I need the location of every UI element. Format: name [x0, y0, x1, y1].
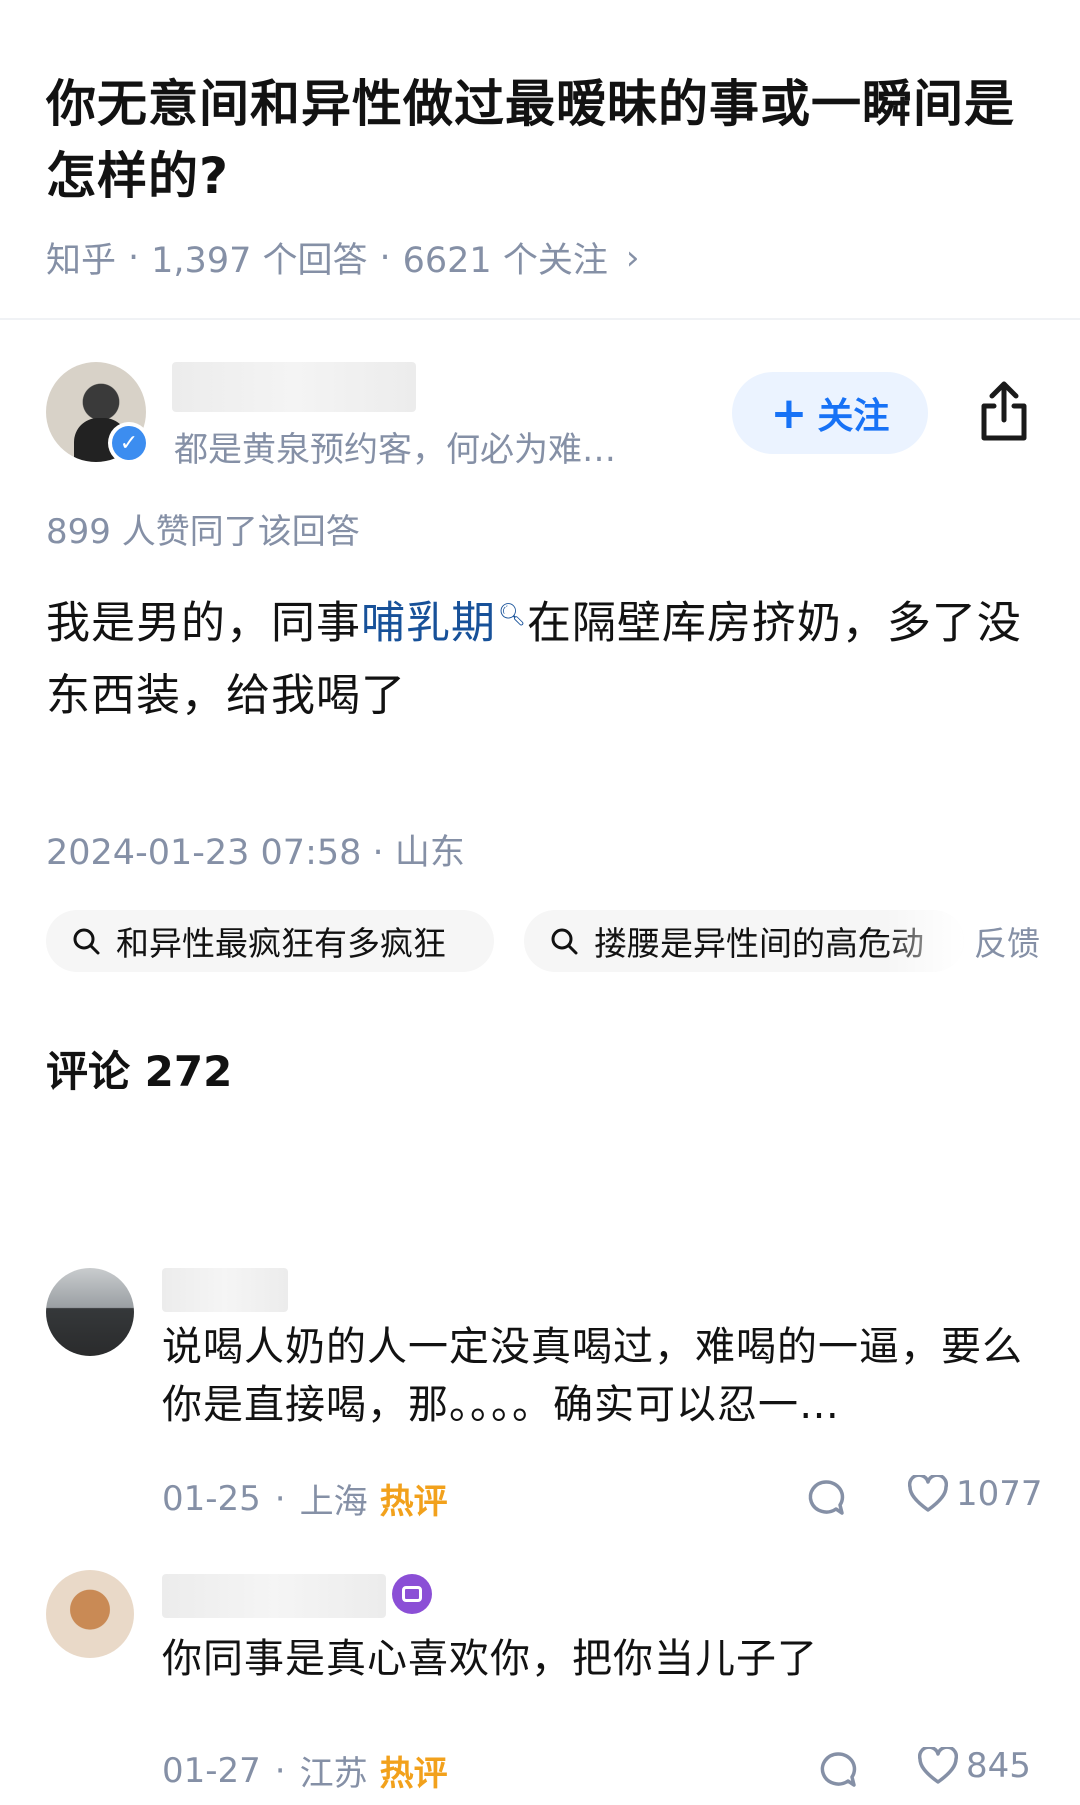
hot-comment-badge: 热评 [379, 1482, 448, 1522]
commenter-name-redacted[interactable] [162, 1268, 288, 1312]
search-icon [73, 928, 100, 955]
feedback-button[interactable]: 反馈 [970, 910, 1040, 972]
question-meta[interactable]: 知乎 · 1,397 个回答 · 6621 个关注 › [46, 232, 639, 283]
comment-text: 说喝人奶的人一定没真喝过，难喝的一逼，要么你是直接喝，那。。。。确实可以忍一… [162, 1324, 1023, 1428]
follow-label: 关注 [817, 396, 890, 437]
comment-location: 上海 [299, 1482, 368, 1522]
member-badge-icon [392, 1574, 432, 1614]
meta-separator: · [274, 1478, 286, 1519]
related-search-chip[interactable]: 和异性最疯狂有多疯狂 [46, 910, 494, 972]
heart-icon [908, 1475, 948, 1512]
commenter-name-redacted[interactable] [162, 1574, 386, 1618]
comment-reply-icon[interactable] [806, 1478, 846, 1518]
like-button[interactable]: 1077 [908, 1474, 1043, 1514]
follow-button[interactable]: + 关注 [732, 372, 928, 454]
commenter-avatar[interactable] [46, 1268, 134, 1356]
answer-text-part: 我是男的，同事 [46, 597, 361, 649]
author-name-redacted[interactable] [172, 362, 416, 412]
related-search-label: 和异性最疯狂有多疯狂 [116, 924, 446, 963]
answer-date: 2024-01-23 07:58 [46, 833, 362, 873]
commenter-avatar[interactable] [46, 1570, 134, 1658]
section-divider [0, 318, 1080, 320]
followers-count: 6621 个关注 [402, 241, 608, 281]
comment-text: 你同事是真心喜欢你，把你当儿子了 [162, 1636, 818, 1682]
related-search-label: 搂腰是异性间的高危动 [594, 924, 924, 963]
comment-date: 01-25 [162, 1478, 261, 1519]
comment-meta: 01-25 · 上海 热评 [162, 1474, 448, 1523]
author-row: ✓ 都是黄泉预约客，何必为难… + 关注 [46, 362, 1036, 472]
answer-location: 山东 [394, 833, 465, 873]
hot-comment-badge: 热评 [379, 1754, 448, 1794]
comment-location: 江苏 [299, 1754, 368, 1794]
related-search-chip[interactable]: 搂腰是异性间的高危动 [524, 910, 964, 972]
answer-content: 我是男的，同事哺乳期🔍︎在隔壁库房挤奶，多了没东西装，给我喝了 [46, 580, 1036, 732]
related-searches: 和异性最疯狂有多疯狂 搂腰是异性间的高危动 反馈 [46, 910, 1080, 972]
search-icon [551, 928, 578, 955]
chevron-right-icon: › [625, 237, 640, 278]
meta-separator: · [274, 1750, 286, 1791]
meta-separator: · [128, 237, 140, 278]
search-keyword-link[interactable]: 哺乳期 [361, 598, 496, 649]
comment-reply-icon[interactable] [818, 1750, 858, 1790]
question-title[interactable]: 你无意间和异性做过最暧昧的事或一瞬间是怎样的? [46, 68, 1036, 212]
verified-badge-icon: ✓ [108, 422, 150, 464]
meta-separator: · [379, 237, 391, 278]
source-label: 知乎 [46, 241, 117, 281]
like-count: 1077 [956, 1474, 1043, 1514]
answer-likes-count: 899 人赞同了该回答 [46, 512, 360, 552]
comment-date: 01-27 [162, 1750, 261, 1791]
share-icon[interactable] [976, 380, 1032, 444]
like-count: 845 [966, 1746, 1031, 1786]
answers-count: 1,397 个回答 [151, 241, 368, 281]
author-bio: 都是黄泉预约客，何必为难… [174, 430, 616, 470]
meta-separator: · [372, 833, 384, 873]
like-button[interactable]: 845 [918, 1746, 1031, 1786]
comments-title: 评论 272 [46, 1047, 233, 1096]
search-icon: 🔍︎ [498, 603, 527, 628]
heart-icon [918, 1747, 958, 1784]
plus-icon: + [770, 387, 808, 439]
comment-meta: 01-27 · 江苏 热评 [162, 1746, 448, 1795]
answer-time-location: 2024-01-23 07:58 · 山东 [46, 824, 465, 875]
